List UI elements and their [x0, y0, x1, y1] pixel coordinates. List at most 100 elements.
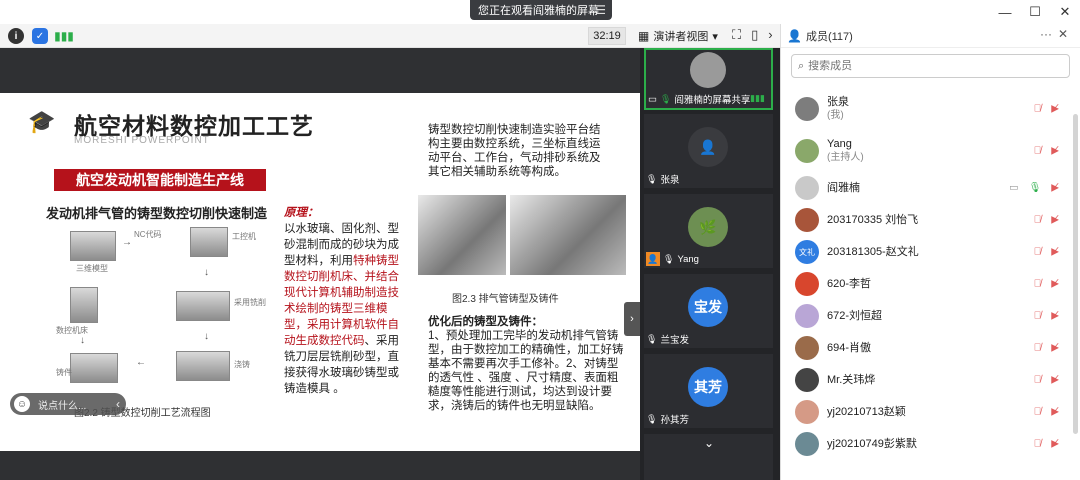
member-name: 694-肖傲: [827, 342, 872, 354]
mic-muted-icon[interactable]: 🎙̸: [1034, 215, 1042, 226]
screen-share-icon[interactable]: ▭: [1009, 183, 1018, 194]
list-item[interactable]: yj20210713赵颖 🎙̸ ▶̸: [781, 396, 1071, 428]
mic-muted-icon[interactable]: 🎙̸: [1034, 375, 1042, 386]
view-mode-dropdown[interactable]: ▦ 演讲者视图 ▾: [638, 27, 718, 45]
avatar: 👤: [688, 127, 728, 167]
flow-label: 浇铸: [234, 360, 250, 369]
view-mode-label: 演讲者视图: [653, 31, 709, 43]
video-tile[interactable]: 其芳 🎙 孙其芳: [644, 354, 773, 428]
mic-muted-icon[interactable]: 🎙̸: [1034, 146, 1042, 157]
sidebar-toggle-icon[interactable]: ▯: [751, 27, 758, 43]
avatar: [795, 336, 819, 360]
tile-name: Yang: [677, 253, 699, 265]
minimize-icon[interactable]: —: [990, 0, 1020, 24]
camera-off-icon[interactable]: ▶̸: [1051, 104, 1059, 115]
more-icon[interactable]: ···: [1040, 27, 1052, 41]
platform-description: 铸型数控切削快速制造实验平台结构主要由数控系统，三坐标直线运动平台、工作台，气动…: [428, 124, 601, 178]
chat-placeholder: 说点什么...: [38, 400, 87, 412]
video-tile[interactable]: 宝发 🎙 兰宝发: [644, 274, 773, 348]
avatar: 宝发: [688, 287, 728, 327]
member-role: (我): [827, 110, 844, 121]
video-tile[interactable]: 👤 🎙 张泉: [644, 114, 773, 188]
signal-icon[interactable]: ▮▮▮: [54, 28, 74, 44]
avatar: [795, 432, 819, 456]
chevron-right-icon[interactable]: ›: [768, 27, 772, 43]
chevron-down-icon: ▾: [712, 30, 718, 43]
close-icon[interactable]: ✕: [1050, 0, 1080, 24]
camera-off-icon[interactable]: ▶̸: [1051, 279, 1059, 290]
mic-on-icon[interactable]: 🎙: [1029, 183, 1042, 194]
member-name: 203170335 刘怡飞: [827, 214, 919, 226]
camera-off-icon[interactable]: ▶̸: [1051, 311, 1059, 322]
chevron-left-icon[interactable]: ‹: [116, 397, 120, 411]
member-name: Mr.关玮烨: [827, 374, 876, 386]
flow-label: 铸件: [56, 368, 72, 377]
maximize-icon[interactable]: ☐: [1020, 0, 1050, 24]
camera-off-icon[interactable]: ▶̸: [1051, 375, 1059, 386]
chat-input-pill[interactable]: ☺ 说点什么... ‹: [10, 393, 126, 415]
mic-muted-icon[interactable]: 🎙̸: [1034, 343, 1042, 354]
list-item[interactable]: 203170335 刘怡飞 🎙̸ ▶̸: [781, 204, 1071, 236]
camera-off-icon[interactable]: ▶̸: [1051, 146, 1059, 157]
list-item[interactable]: 694-肖傲 🎙̸ ▶̸: [781, 332, 1071, 364]
tile-nameplate: 🎙 张泉: [646, 172, 680, 187]
camera-off-icon[interactable]: ▶̸: [1051, 343, 1059, 354]
list-item[interactable]: 阎雅楠 ▭ 🎙 ▶̸: [781, 172, 1071, 204]
mic-muted-icon: 🎙: [646, 173, 658, 184]
avatar: [795, 176, 819, 200]
members-scrollbar[interactable]: [1073, 114, 1078, 434]
mic-muted-icon[interactable]: 🎙̸: [1034, 104, 1042, 115]
fullscreen-icon[interactable]: ⛶: [732, 27, 741, 43]
list-item[interactable]: 672-刘恒超 🎙̸ ▶̸: [781, 300, 1071, 332]
avatar: [795, 400, 819, 424]
tile-nameplate: 🎙 兰宝发: [646, 332, 689, 347]
member-name: 张泉 (我): [827, 96, 849, 121]
mic-muted-icon[interactable]: 🎙̸: [1034, 407, 1042, 418]
camera-off-icon[interactable]: ▶̸: [1051, 247, 1059, 258]
camera-off-icon[interactable]: ▶̸: [1051, 215, 1059, 226]
info-icon[interactable]: i: [8, 28, 24, 44]
list-icon[interactable]: ☰: [595, 3, 606, 17]
video-tile[interactable]: 🌿 👤 🎙 Yang: [644, 194, 773, 268]
tile-nameplate: ▭ 🎙 阎雅楠的屏幕共享: [648, 92, 750, 107]
model-image: [70, 231, 116, 261]
mic-muted-icon[interactable]: 🎙̸: [1034, 311, 1042, 322]
tile-name: 张泉: [660, 175, 680, 186]
flow-label: 采用铣削: [234, 298, 266, 307]
list-item[interactable]: Yang (主持人) 🎙̸ ▶̸: [781, 130, 1071, 172]
video-tile-screen-share[interactable]: ▭ 🎙 阎雅楠的屏幕共享 ▮▮▮: [644, 48, 773, 110]
optimized-header: 优化后的铸型及铸件：: [428, 316, 543, 328]
camera-off-icon[interactable]: ▶̸: [1051, 407, 1059, 418]
members-list: 张泉 (我) 🎙̸ ▶̸ Yang (主持人) 🎙̸ ▶̸ 阎雅楠 ▭ 🎙 ▶̸ 20317…: [781, 88, 1071, 460]
mic-muted-icon[interactable]: 🎙̸: [1034, 279, 1042, 290]
members-title: 成员(117): [805, 30, 853, 43]
list-item[interactable]: 620-李哲 🎙̸ ▶̸: [781, 268, 1071, 300]
collapse-video-handle[interactable]: ›: [624, 302, 640, 336]
window-controls: — ☐ ✕: [990, 0, 1080, 24]
members-panel: 👤 成员(117) ··· ✕ ⌕ 张泉(我) 🎙̸ ▶̸ Yang(主持人) 🎙…: [780, 24, 1080, 480]
mic-on-icon: 🎙: [659, 93, 672, 104]
shield-icon[interactable]: ✓: [32, 28, 48, 44]
meeting-toolbar: i ✓ ▮▮▮ 32:19 ▦ 演讲者视图 ▾ ⛶ ▯ ›: [0, 24, 780, 48]
list-item[interactable]: yj20210749彭紫默 🎙̸ ▶̸: [781, 428, 1071, 460]
avatar: 其芳: [688, 367, 728, 407]
arrow-down-icon: ↓: [204, 331, 209, 342]
close-icon[interactable]: ✕: [1058, 27, 1068, 41]
flow-label: 工控机: [232, 232, 256, 241]
camera-off-icon[interactable]: ▶̸: [1051, 439, 1059, 450]
video-tile-partial[interactable]: ⌄: [644, 434, 773, 480]
list-item[interactable]: 张泉 (我) 🎙̸ ▶̸: [781, 88, 1071, 130]
casting-photo: [510, 195, 626, 275]
mic-muted-icon[interactable]: 🎙̸: [1034, 439, 1042, 450]
search-input[interactable]: [808, 60, 1049, 72]
screen-share-icon: ▭: [648, 93, 657, 105]
list-item[interactable]: Mr.关玮烨 🎙̸ ▶̸: [781, 364, 1071, 396]
smile-icon[interactable]: ☺: [14, 396, 30, 412]
camera-off-icon[interactable]: ▶̸: [1051, 183, 1059, 194]
list-item[interactable]: 文礼 203181305-赵文礼 🎙̸ ▶̸: [781, 236, 1071, 268]
chevron-down-icon[interactable]: ⌄: [704, 436, 714, 450]
search-icon: ⌕: [798, 59, 805, 72]
member-search[interactable]: ⌕: [791, 54, 1070, 78]
mic-muted-icon[interactable]: 🎙̸: [1034, 247, 1042, 258]
screen-share-notice[interactable]: 您正在观看阎雅楠的屏幕 ☰: [470, 0, 612, 20]
